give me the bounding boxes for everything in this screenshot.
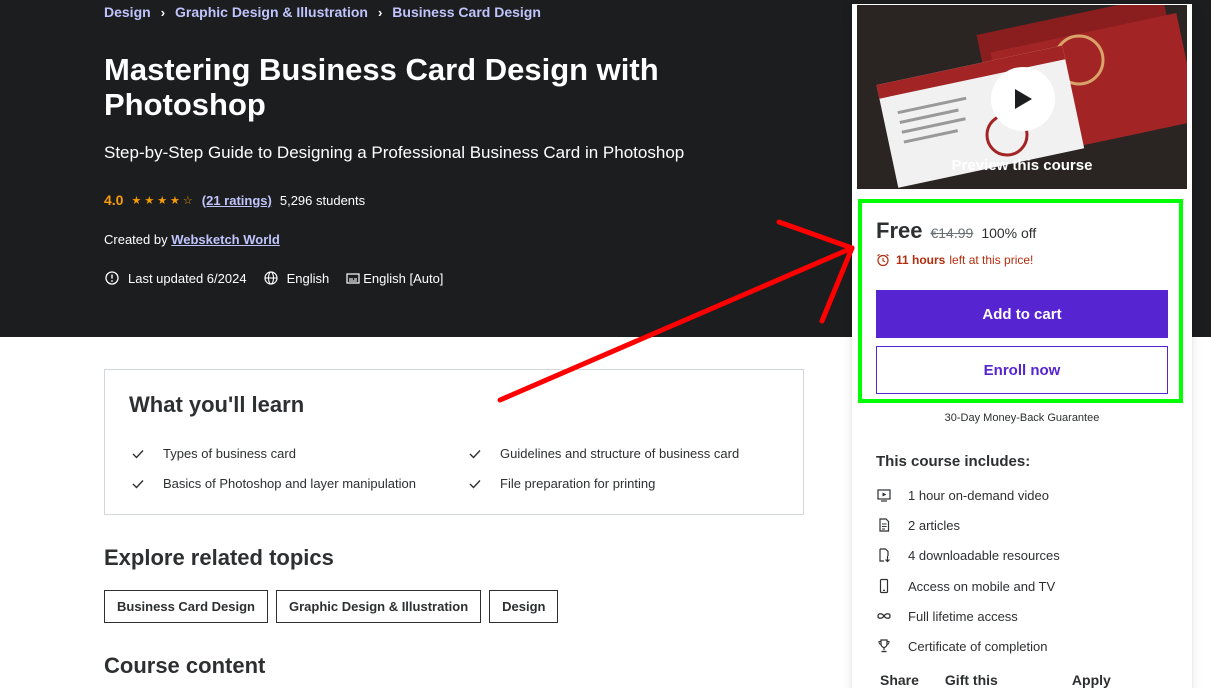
related-topics-title: Explore related topics <box>104 545 334 570</box>
captions: English [Auto] <box>345 270 443 286</box>
captions-text: English [Auto] <box>363 270 444 286</box>
check-icon <box>132 479 144 489</box>
check-icon <box>469 479 481 489</box>
language-text: English <box>286 270 330 286</box>
include-item: 2 articles <box>876 517 960 533</box>
apply-coupon-button[interactable]: Apply Coupon <box>1072 672 1166 688</box>
price-timer: 11 hours left at this price! <box>876 253 1033 267</box>
timer-text: left at this price! <box>949 253 1034 267</box>
topic-graphic-design[interactable]: Graphic Design & Illustration <box>276 590 482 623</box>
include-item-text: 2 articles <box>908 517 961 533</box>
check-icon <box>132 449 144 459</box>
rating-value: 4.0 <box>104 192 124 208</box>
breadcrumb-business-card-design[interactable]: Business Card Design <box>392 4 541 20</box>
learn-item: Guidelines and structure of business car… <box>468 446 739 461</box>
language: English <box>263 270 330 286</box>
check-icon <box>469 449 481 459</box>
learn-title: What you'll learn <box>129 392 305 417</box>
sidebar-footer-links: Share Gift this course Apply Coupon <box>880 672 1192 688</box>
price-row: Free €14.99 100% off <box>876 218 1036 244</box>
course-meta-row: Last updated 6/2024 English English [Aut… <box>104 270 459 286</box>
price-current: Free <box>876 218 923 243</box>
topic-design[interactable]: Design <box>489 590 559 623</box>
learn-item: Types of business card <box>131 446 296 461</box>
globe-icon <box>263 271 278 285</box>
preview-label: Preview this course <box>951 157 1093 174</box>
breadcrumb-design[interactable]: Design <box>104 4 151 20</box>
breadcrumb-graphic-design[interactable]: Graphic Design & Illustration <box>175 4 368 20</box>
purchase-sidebar: Preview this course Free €14.99 100% off… <box>852 4 1192 688</box>
learn-item: Basics of Photoshop and layer manipulati… <box>131 476 416 491</box>
course-title: Mastering Business Card Design with Phot… <box>104 52 659 122</box>
alert-badge-icon <box>105 271 119 285</box>
download-icon <box>879 548 890 563</box>
share-button[interactable]: Share <box>880 672 919 688</box>
include-item-text: Full lifetime access <box>908 608 1018 624</box>
course-preview[interactable]: Preview this course <box>856 4 1188 190</box>
related-topics-list: Business Card Design Graphic Design & Il… <box>104 590 566 623</box>
infinity-icon <box>877 613 891 619</box>
price-original: €14.99 <box>930 225 974 241</box>
author-link[interactable]: Websketch World <box>171 232 280 247</box>
created-by-row: Created by Websketch World <box>104 232 280 247</box>
course-subtitle: Step-by-Step Guide to Designing a Profes… <box>104 143 685 162</box>
mobile-icon <box>879 578 889 594</box>
learn-item-text: File preparation for printing <box>500 476 656 491</box>
chevron-right-icon: › <box>160 4 166 20</box>
discount-percent: 100% off <box>981 225 1037 241</box>
topic-business-card-design[interactable]: Business Card Design <box>104 590 268 623</box>
gift-course-button[interactable]: Gift this course <box>945 672 1046 688</box>
include-item-text: 1 hour on-demand video <box>908 487 1049 503</box>
what-youll-learn-box: What you'll learn Types of business card… <box>104 369 804 515</box>
trophy-icon <box>878 639 890 653</box>
video-icon <box>877 489 891 502</box>
money-back-guarantee: 30-Day Money-Back Guarantee <box>944 412 1100 424</box>
include-item-text: Certificate of completion <box>908 638 1048 654</box>
learn-item: File preparation for printing <box>468 476 655 491</box>
include-item: Access on mobile and TV <box>876 578 1055 594</box>
add-to-cart-button[interactable]: Add to cart <box>876 290 1168 338</box>
include-item: Full lifetime access <box>876 608 1018 624</box>
ratings-count-link[interactable]: (21 ratings) <box>202 193 272 208</box>
include-item-text: Access on mobile and TV <box>908 578 1056 594</box>
learn-item-text: Basics of Photoshop and layer manipulati… <box>163 476 416 491</box>
article-icon <box>879 518 890 532</box>
created-by-label: Created by <box>104 232 168 247</box>
include-item: 1 hour on-demand video <box>876 487 1049 503</box>
includes-title: This course includes: <box>876 453 1031 470</box>
course-content-title: Course content <box>104 653 266 678</box>
enroll-now-button[interactable]: Enroll now <box>876 346 1168 394</box>
breadcrumb: Design › Graphic Design & Illustration ›… <box>104 4 541 20</box>
students-count: 5,296 students <box>279 192 366 208</box>
star-rating-icon: ★★★★☆ <box>131 194 196 207</box>
include-item: Certificate of completion <box>876 638 1047 654</box>
last-updated-text: Last updated 6/2024 <box>128 270 247 286</box>
chevron-right-icon: › <box>377 4 383 20</box>
alarm-clock-icon <box>877 253 889 267</box>
last-updated: Last updated 6/2024 <box>104 270 247 286</box>
timer-hours: 11 hours <box>896 253 946 267</box>
captions-icon <box>346 273 360 284</box>
include-item: 4 downloadable resources <box>876 547 1060 563</box>
play-icon[interactable] <box>991 67 1055 131</box>
learn-item-text: Guidelines and structure of business car… <box>500 446 740 461</box>
learn-item-text: Types of business card <box>163 446 296 461</box>
rating-row: 4.0 ★★★★☆ (21 ratings) 5,296 students <box>104 192 365 208</box>
include-item-text: 4 downloadable resources <box>908 547 1060 563</box>
